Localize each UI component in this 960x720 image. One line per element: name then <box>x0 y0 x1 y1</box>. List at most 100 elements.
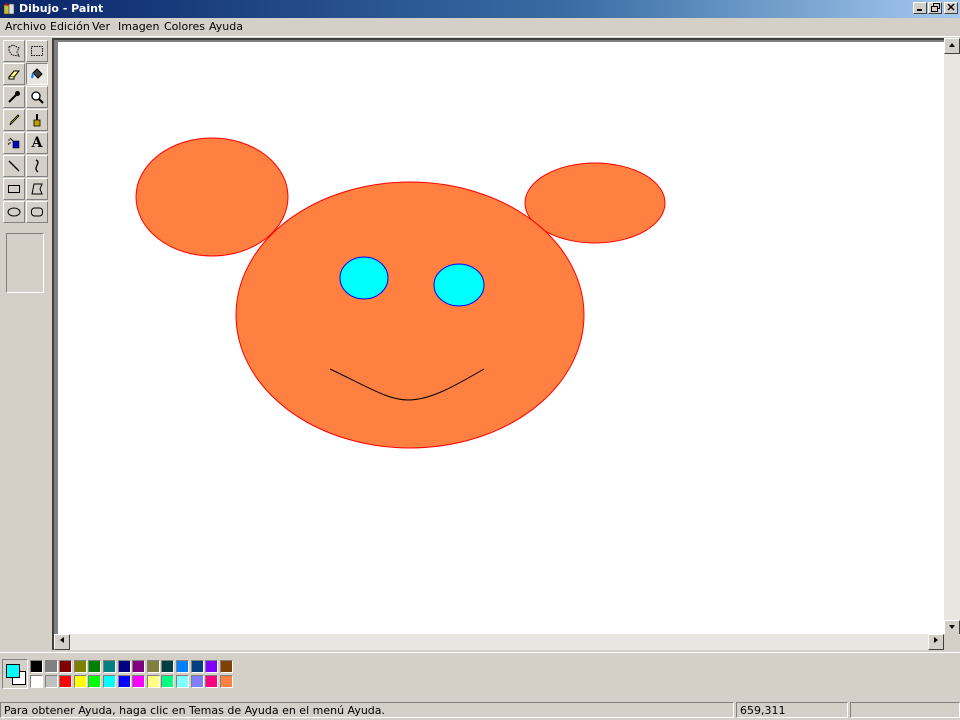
palette-swatch[interactable] <box>219 660 233 673</box>
palette-swatch[interactable] <box>88 675 102 688</box>
tool-options-panel[interactable] <box>6 233 44 293</box>
palette-swatch[interactable] <box>73 660 87 673</box>
status-size <box>850 702 960 718</box>
select-icon <box>31 46 43 56</box>
status-coordinates: 659,311 <box>736 702 848 718</box>
palette-swatch[interactable] <box>132 675 146 688</box>
tool-line[interactable] <box>3 155 25 177</box>
minimize-icon <box>917 9 922 11</box>
rounded-rectangle-icon <box>31 207 43 217</box>
minimize-button[interactable] <box>913 2 927 14</box>
scroll-left-button[interactable] <box>54 634 70 650</box>
paint-app-icon <box>3 2 15 15</box>
palette-swatch[interactable] <box>161 660 175 673</box>
menu-edicion[interactable]: Edición <box>50 20 90 33</box>
close-icon <box>947 3 955 11</box>
status-help-text: Para obtener Ayuda, haga clic en Temas d… <box>0 702 734 718</box>
palette-swatch[interactable] <box>59 675 73 688</box>
arrow-down-icon <box>949 625 955 629</box>
palette-swatch[interactable] <box>59 660 73 673</box>
brush-icon <box>33 114 41 127</box>
menu-imagen[interactable]: Imagen <box>118 20 159 33</box>
palette-swatch[interactable] <box>205 660 219 673</box>
palette-swatch[interactable] <box>73 675 87 688</box>
tool-brush[interactable] <box>26 109 48 131</box>
tool-pencil[interactable] <box>3 109 25 131</box>
foreground-color <box>6 664 20 678</box>
palette-swatch[interactable] <box>146 660 160 673</box>
arrow-right-icon <box>934 637 938 643</box>
drawing <box>135 137 666 449</box>
menu-bar: Archivo Edición Ver Imagen Colores Ayuda <box>0 18 960 37</box>
palette-swatch[interactable] <box>117 660 131 673</box>
palette-swatch[interactable] <box>117 675 131 688</box>
rectangle-icon <box>8 185 20 193</box>
pick-color-icon <box>8 91 20 103</box>
scroll-right-button[interactable] <box>928 634 944 650</box>
toolbox: A <box>0 38 52 650</box>
tool-free-form-select[interactable] <box>3 40 25 62</box>
drawing-canvas[interactable] <box>58 42 944 636</box>
right-eye <box>433 263 485 307</box>
menu-ayuda[interactable]: Ayuda <box>209 20 243 33</box>
tool-airbrush[interactable] <box>3 132 25 154</box>
right-ear <box>524 162 666 244</box>
tool-select[interactable] <box>26 40 48 62</box>
menu-archivo[interactable]: Archivo <box>5 20 46 33</box>
palette-swatch[interactable] <box>44 660 58 673</box>
window-title: Dibujo - Paint <box>19 2 104 15</box>
palette-swatch[interactable] <box>30 660 43 673</box>
airbrush-icon <box>7 137 20 149</box>
color-palette <box>0 652 960 699</box>
palette-swatch[interactable] <box>190 675 204 688</box>
fill-bucket-icon <box>31 68 43 79</box>
arrow-up-icon <box>949 43 955 47</box>
restore-button[interactable] <box>928 2 942 14</box>
horizontal-scrollbar[interactable] <box>54 634 944 650</box>
palette-swatch[interactable] <box>132 660 146 673</box>
palette-swatch[interactable] <box>44 675 58 688</box>
menu-ver[interactable]: Ver <box>92 20 110 33</box>
tool-curve[interactable] <box>26 155 48 177</box>
tool-fill[interactable] <box>26 63 48 85</box>
tool-magnifier[interactable] <box>26 86 48 108</box>
tool-rounded-rectangle[interactable] <box>26 201 48 223</box>
curve-icon <box>35 159 39 173</box>
palette-swatch[interactable] <box>103 660 116 673</box>
palette-swatch[interactable] <box>176 660 189 673</box>
menu-colores[interactable]: Colores <box>164 20 205 33</box>
palette-swatch[interactable] <box>88 660 102 673</box>
free-form-select-icon <box>8 44 20 57</box>
scroll-up-button[interactable] <box>944 38 960 54</box>
tool-ellipse[interactable] <box>3 201 25 223</box>
palette-swatch[interactable] <box>190 660 204 673</box>
tool-eraser[interactable] <box>3 63 25 85</box>
polygon-icon <box>31 183 43 195</box>
tool-pick-color[interactable] <box>3 86 25 108</box>
title-bar: Dibujo - Paint <box>0 0 960 18</box>
scroll-corner <box>944 634 960 650</box>
face <box>235 181 585 449</box>
tool-rectangle[interactable] <box>3 178 25 200</box>
magnifier-icon <box>31 91 44 104</box>
line-icon <box>8 160 20 172</box>
eraser-icon <box>7 70 21 80</box>
vertical-scrollbar[interactable] <box>944 38 960 636</box>
ellipse-icon <box>7 207 21 217</box>
tool-polygon[interactable] <box>26 178 48 200</box>
palette-swatch[interactable] <box>103 675 116 688</box>
text-icon: A <box>31 135 43 151</box>
arrow-left-icon <box>60 637 64 643</box>
tool-text[interactable]: A <box>26 132 48 154</box>
pencil-icon <box>9 114 20 126</box>
restore-icon <box>930 3 940 12</box>
palette-swatch[interactable] <box>205 675 219 688</box>
close-button[interactable] <box>944 2 958 14</box>
palette-swatch[interactable] <box>161 675 175 688</box>
palette-swatch[interactable] <box>146 675 160 688</box>
current-colors[interactable] <box>2 659 28 689</box>
left-eye <box>339 256 389 300</box>
palette-swatch[interactable] <box>219 675 233 688</box>
palette-swatch[interactable] <box>176 675 189 688</box>
palette-swatch[interactable] <box>30 675 43 688</box>
